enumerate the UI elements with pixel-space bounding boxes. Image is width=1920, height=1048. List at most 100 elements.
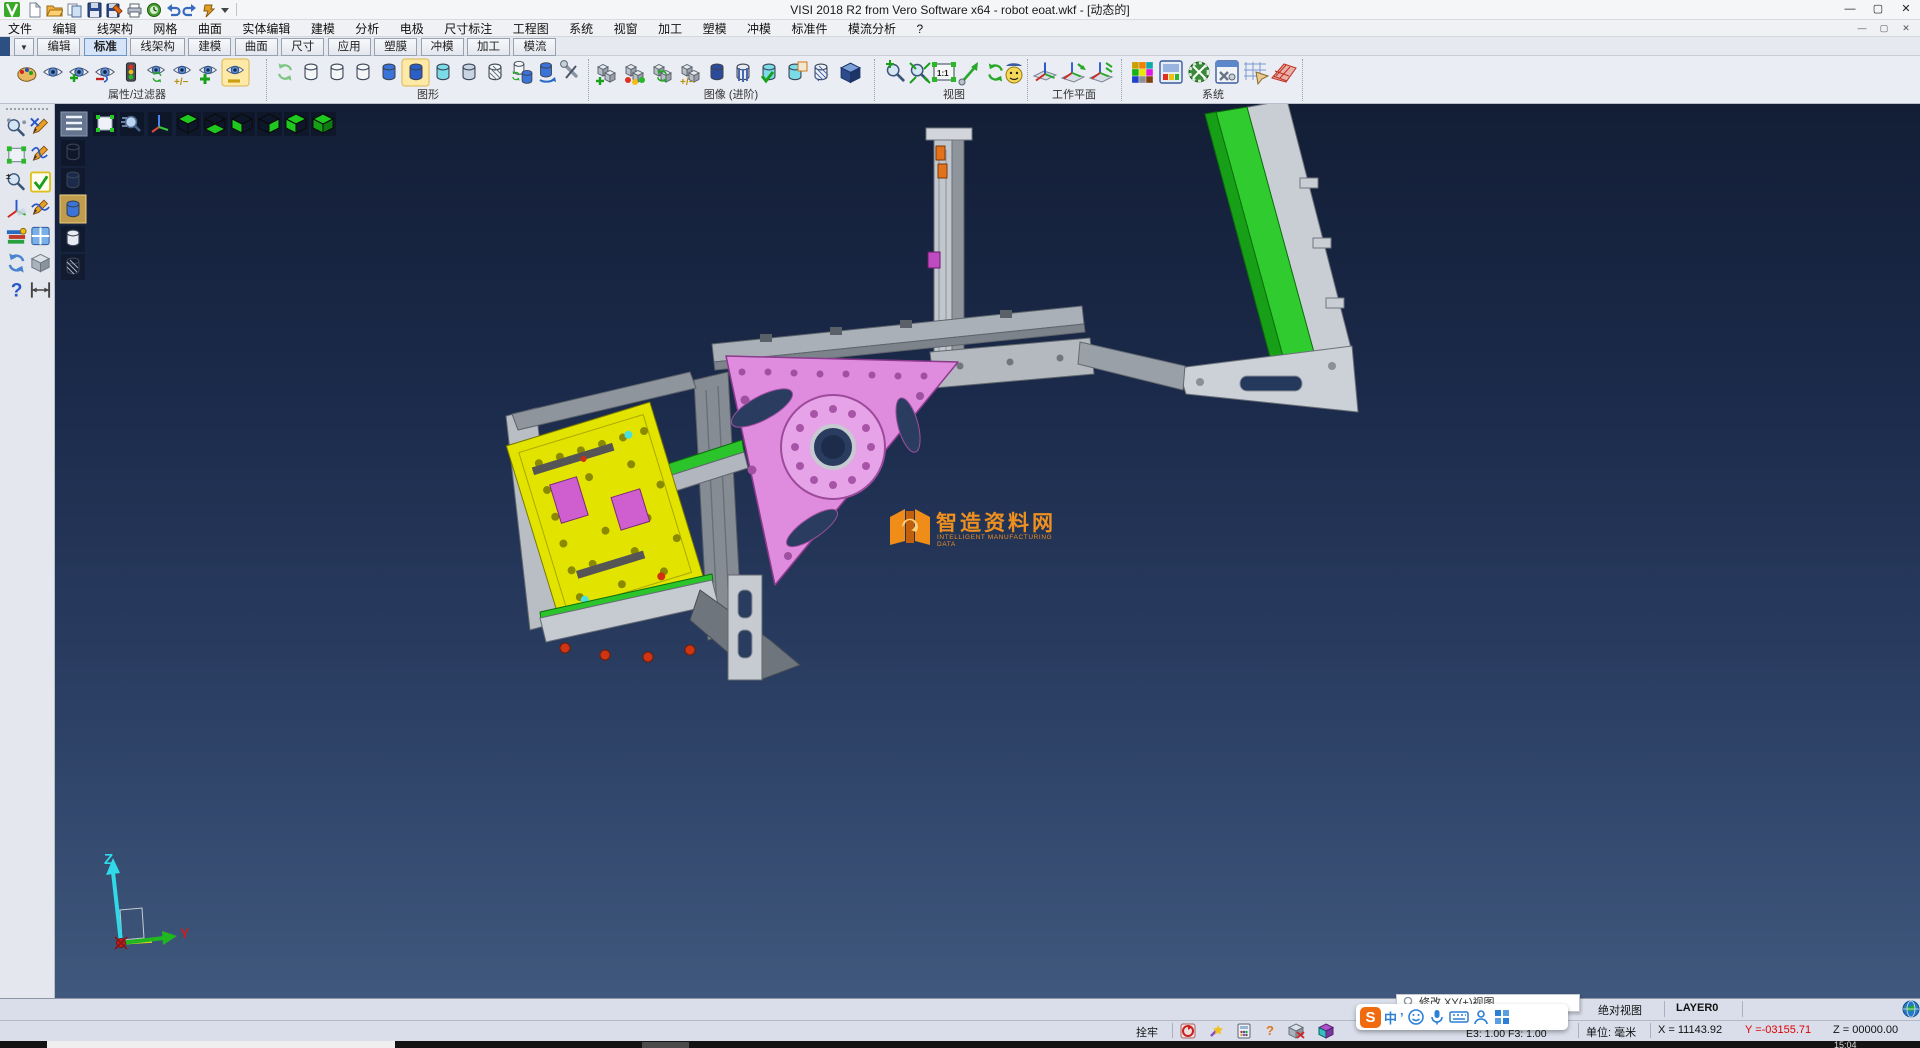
help-icon[interactable]: ? — [5, 278, 28, 302]
layer-indicator[interactable]: LAYER0 — [1676, 1002, 1718, 1014]
zoom-dynamic-icon[interactable] — [5, 116, 28, 140]
menu-machining[interactable]: 加工 — [650, 21, 690, 37]
window-tools-icon[interactable] — [1216, 61, 1238, 83]
menu-window[interactable]: 视窗 — [606, 21, 646, 37]
cube-purple-icon[interactable] — [1318, 1023, 1335, 1039]
sogou-logo[interactable]: S — [1360, 1007, 1381, 1028]
toolbar-grip[interactable] — [6, 108, 48, 111]
window-blue-icon[interactable] — [29, 224, 52, 248]
keyboard-icon[interactable] — [1449, 1008, 1469, 1026]
cube-view-top-icon[interactable] — [176, 112, 201, 136]
menu-electrode[interactable]: 电极 — [392, 21, 432, 37]
cylinder-light-icon[interactable] — [463, 64, 475, 80]
calculator-icon[interactable] — [1236, 1023, 1252, 1039]
3d-model[interactable] — [506, 104, 1358, 680]
eye-plusminus-icon[interactable]: +/− — [174, 66, 191, 88]
tab-dimension[interactable]: 尺寸 — [281, 38, 324, 56]
tab-dropdown-icon[interactable]: ▼ — [14, 38, 34, 56]
refresh-blue-icon[interactable] — [5, 251, 28, 275]
cylinder-hatched-strip-icon[interactable] — [61, 254, 85, 280]
axis-triad-icon[interactable] — [148, 112, 172, 136]
layers-palette-icon[interactable] — [5, 224, 28, 248]
measure-icon[interactable] — [29, 278, 52, 302]
menu-drafting[interactable]: 工程图 — [505, 21, 557, 37]
eye-subtract-icon[interactable] — [96, 68, 114, 82]
cube-view-left-icon[interactable] — [284, 112, 309, 136]
microphone-icon[interactable] — [1428, 1008, 1446, 1026]
tab-molding[interactable]: 塑膜 — [374, 38, 417, 56]
cylinder-rotate-icon[interactable] — [540, 63, 556, 82]
traffic-light-icon[interactable] — [126, 63, 135, 81]
cylinder-wire-icon[interactable] — [305, 64, 317, 80]
cylinder-check-icon[interactable] — [762, 64, 775, 81]
workplane-align-icon[interactable] — [1090, 62, 1112, 82]
cube-view-iso-icon[interactable] — [311, 112, 336, 136]
grid-icon[interactable] — [1493, 1008, 1511, 1026]
pencil-spline-icon[interactable] — [29, 143, 52, 167]
record-red-icon[interactable] — [1180, 1023, 1196, 1039]
menu-file[interactable]: 文件 — [0, 21, 40, 37]
menu-mesh[interactable]: 网格 — [145, 21, 185, 37]
shaded-cube-icon[interactable] — [841, 63, 860, 82]
person-icon[interactable] — [1472, 1008, 1490, 1026]
mdi-minimize-button[interactable]: — — [1852, 21, 1872, 36]
menu-edit[interactable]: 编辑 — [44, 21, 84, 37]
zoom-fly-icon[interactable] — [120, 112, 144, 136]
cubes-plusminus-icon[interactable]: +/− — [680, 65, 699, 89]
cylinder-flat-icon[interactable] — [61, 226, 85, 252]
cylinder-cyan-icon[interactable] — [437, 64, 449, 80]
cubes-refresh-icon[interactable] — [654, 65, 671, 83]
menu-plastic-mold[interactable]: 塑模 — [695, 21, 735, 37]
tab-edit[interactable]: 编辑 — [37, 38, 80, 56]
cube-view-right-icon[interactable] — [257, 112, 282, 136]
eye-add-icon[interactable] — [70, 68, 88, 82]
cube-gray-icon[interactable] — [29, 251, 52, 275]
cylinder-wireframe-icon[interactable] — [61, 140, 85, 166]
image-settings-icon[interactable] — [1160, 61, 1182, 83]
help-orange-icon[interactable]: ? — [1266, 1023, 1274, 1038]
cylinder-corner-icon[interactable] — [789, 62, 807, 80]
maximize-button[interactable]: ▢ — [1864, 0, 1892, 19]
workplane-edit-icon[interactable] — [1062, 62, 1086, 82]
cube-delete-icon[interactable] — [1288, 1023, 1305, 1039]
gear-icon[interactable] — [1189, 62, 1209, 82]
cylinder-navy-icon[interactable] — [711, 64, 723, 80]
frame-select-icon[interactable] — [5, 143, 28, 167]
cylinder-hidden-line-icon[interactable] — [61, 168, 85, 194]
zoom-1-1-icon[interactable]: 1:1 — [932, 62, 956, 82]
close-button[interactable]: ✕ — [1892, 0, 1920, 19]
menu-modeling[interactable]: 建模 — [303, 21, 343, 37]
ime-language-mode[interactable]: 中 — [1384, 1008, 1397, 1027]
lock-toggle[interactable]: 拴牢 — [1136, 1024, 1158, 1040]
grid-red-icon[interactable] — [1272, 64, 1296, 82]
menu-standard-parts[interactable]: 标准件 — [784, 21, 836, 37]
rotate-view-icon[interactable] — [989, 63, 1002, 81]
color-grid-icon[interactable] — [1132, 62, 1153, 83]
tab-modeling[interactable]: 建模 — [188, 38, 231, 56]
grid-hand-icon[interactable] — [1244, 62, 1268, 84]
zoom-in-icon[interactable] — [886, 60, 903, 80]
view-mode-label[interactable]: 绝对视图 — [1598, 1002, 1642, 1018]
tab-application[interactable]: 应用 — [328, 38, 371, 56]
cylinder-striped-icon[interactable] — [737, 64, 749, 82]
cylinder-wire-icon[interactable] — [331, 64, 343, 80]
cylinder-refresh-icon[interactable] — [279, 63, 292, 80]
magic-wand-icon[interactable] — [1208, 1023, 1224, 1039]
menu-solid-edit[interactable]: 实体编辑 — [234, 21, 298, 37]
frame-corners-icon[interactable] — [93, 112, 117, 136]
cylinder-blue-icon[interactable] — [383, 64, 395, 80]
eye-refresh-icon[interactable] — [148, 66, 165, 82]
cylinder-blue-selected-icon[interactable] — [402, 59, 429, 86]
part-right-bracket[interactable] — [1178, 346, 1358, 412]
cube-view-bottom-icon[interactable] — [203, 112, 228, 136]
cylinder-wire-icon[interactable] — [357, 64, 369, 80]
ime-toolbar[interactable]: S 中 ’ — [1356, 1004, 1568, 1030]
zoom-extents-icon[interactable] — [910, 63, 930, 83]
wrench-tools-icon[interactable] — [561, 61, 576, 78]
menu-wireframe[interactable]: 线架构 — [89, 21, 141, 37]
cylinder-pair-icon[interactable] — [513, 61, 532, 83]
tab-surface[interactable]: 曲面 — [235, 38, 278, 56]
redraw-face-icon[interactable] — [1006, 63, 1022, 83]
menu-system[interactable]: 系统 — [561, 21, 601, 37]
part-top-post[interactable] — [926, 128, 1185, 390]
